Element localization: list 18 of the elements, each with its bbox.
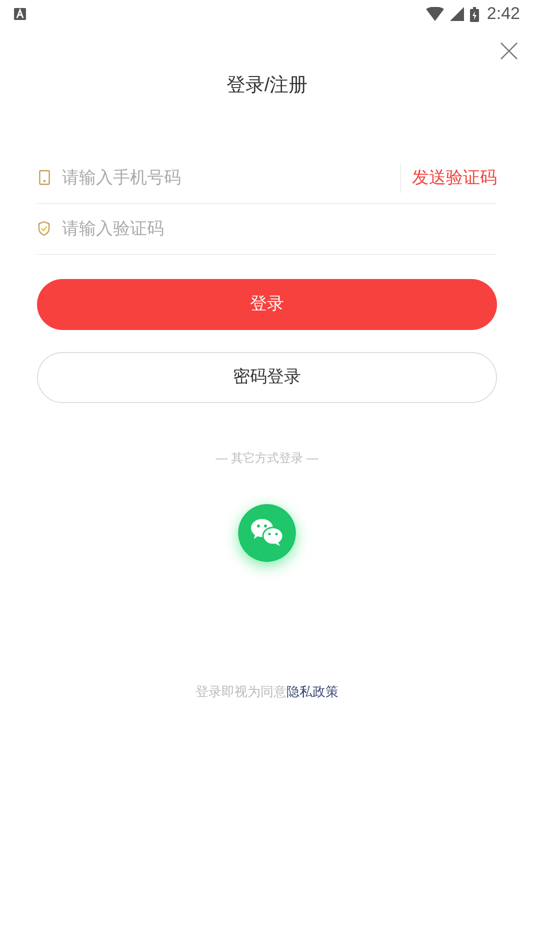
close-icon[interactable] [500,42,518,60]
verification-code-field[interactable]: 请输入验证码 [62,216,497,242]
page-title: 登录/注册 [226,74,308,98]
keyboard-notification-icon [14,8,26,20]
signal-icon [450,7,464,21]
login-button[interactable]: 登录 [37,278,497,330]
status-time: 2:42 [486,3,520,26]
agreement-text: 登录即视为同意 [196,682,286,700]
phone-icon [39,170,50,185]
wifi-icon [426,7,444,21]
shield-check-icon [38,221,50,236]
password-login-button[interactable]: 密码登录 [37,352,497,402]
send-code-button[interactable]: 发送验证码 [401,164,497,190]
privacy-policy-link[interactable]: 隐私政策 [286,682,338,701]
phone-number-field[interactable]: 请输入手机号码 [62,164,400,190]
other-methods-label: — 其它方式登录 — [216,450,318,466]
wechat-login-button[interactable] [238,504,296,562]
battery-icon [470,6,479,22]
